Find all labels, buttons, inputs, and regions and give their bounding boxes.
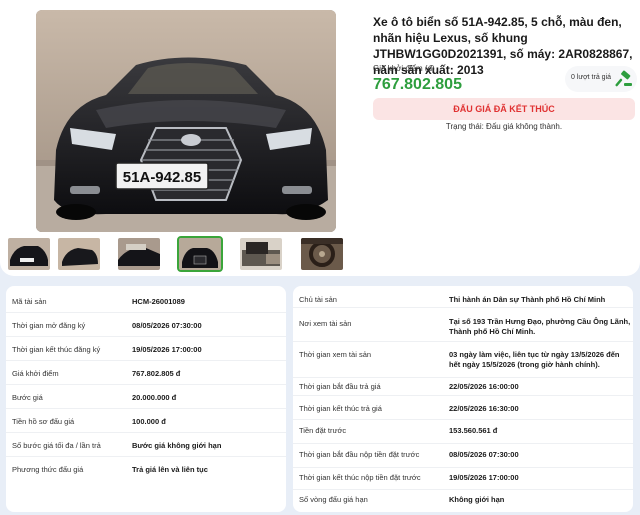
detail-row: Thời gian kết thúc đăng ký 19/05/2026 17… — [6, 337, 286, 361]
detail-row: Thời gian xem tài sản 03 ngày làm việc, … — [293, 342, 633, 378]
detail-key: Mã tài sản — [12, 297, 47, 306]
detail-key: Thời gian xem tài sản — [299, 350, 372, 359]
asset-details-panel: Mã tài sản HCM-26001089 Thời gian mở đăn… — [6, 286, 286, 512]
thumbnail-strip — [8, 236, 348, 272]
bid-count-badge[interactable]: 0 lượt trả giá — [565, 66, 637, 92]
detail-row: Thời gian mở đăng ký 08/05/2026 07:30:00 — [6, 313, 286, 337]
detail-row: Thời gian kết thúc trả giá 22/05/2026 16… — [293, 396, 633, 420]
thumbnail-image — [240, 238, 282, 270]
detail-value: 22/05/2026 16:00:00 — [449, 382, 519, 391]
thumbnail-1[interactable] — [8, 238, 50, 270]
thumbnail-4[interactable] — [177, 236, 223, 272]
detail-key: Nơi xem tài sản — [299, 319, 352, 328]
detail-key: Số bước giá tối đa / lần trả — [12, 441, 101, 450]
detail-value: HCM-26001089 — [132, 297, 185, 306]
detail-value: Tại số 193 Trần Hưng Đạo, phường Cầu Ông… — [449, 317, 631, 336]
detail-value: Thi hành án Dân sự Thành phố Hồ Chí Minh — [449, 295, 606, 304]
detail-row: Số bước giá tối đa / lần trả Bước giá kh… — [6, 433, 286, 457]
detail-row: Giá khởi điểm 767.802.805 đ — [6, 361, 286, 385]
detail-value: Không giới hạn — [449, 495, 505, 504]
detail-value: 767.802.805 đ — [132, 369, 181, 378]
detail-key: Tiền đặt trước — [299, 426, 347, 435]
detail-value: 08/05/2026 07:30:00 — [449, 450, 519, 459]
detail-value: 19/05/2026 17:00:00 — [449, 473, 519, 482]
detail-row: Phương thức đấu giá Trả giá lên và liên … — [6, 457, 286, 481]
detail-row: Thời gian kết thúc nộp tiền đặt trước 19… — [293, 468, 633, 490]
gavel-icon — [615, 70, 633, 88]
thumbnail-6[interactable] — [301, 238, 343, 270]
auction-details-panel: Chủ tài sản Thi hành án Dân sự Thành phố… — [293, 286, 633, 512]
starting-price: 767.802.805 — [373, 76, 462, 93]
detail-row: Tiền đặt trước 153.560.561 đ — [293, 420, 633, 444]
thumbnail-image — [301, 238, 343, 270]
detail-value: Bước giá không giới hạn — [132, 441, 222, 450]
bid-count-text: 0 lượt trả giá — [571, 74, 612, 81]
detail-row: Nơi xem tài sản Tại số 193 Trần Hưng Đạo… — [293, 308, 633, 342]
detail-row: Thời gian bắt đầu nộp tiền đặt trước 08/… — [293, 444, 633, 468]
detail-value: 08/05/2026 07:30:00 — [132, 321, 202, 330]
detail-value: 03 ngày làm việc, liên tục từ ngày 13/5/… — [449, 350, 620, 369]
detail-key: Bước giá — [12, 393, 43, 402]
detail-value: 19/05/2026 17:00:00 — [132, 345, 202, 354]
detail-value: 20.000.000 đ — [132, 393, 177, 402]
auction-status-text: Trạng thái: Đấu giá không thành. — [445, 122, 563, 131]
thumbnail-image — [58, 238, 100, 270]
detail-row: Mã tài sản HCM-26001089 — [6, 289, 286, 313]
detail-row: Tiền hồ sơ đấu giá 100.000 đ — [6, 409, 286, 433]
car-photo-illustration: 51A-942.85 — [36, 10, 336, 232]
detail-row: Thời gian bắt đầu trả giá 22/05/2026 16:… — [293, 378, 633, 396]
detail-value: 153.560.561 đ — [449, 426, 498, 435]
thumbnail-image — [118, 238, 160, 270]
detail-key: Thời gian kết thúc đăng ký — [12, 345, 101, 354]
detail-value: Trả giá lên và liên tục — [132, 465, 208, 474]
detail-key: Chủ tài sản — [299, 295, 337, 304]
detail-row: Chủ tài sản Thi hành án Dân sự Thành phố… — [293, 286, 633, 308]
thumbnail-5[interactable] — [240, 238, 282, 270]
detail-key: Thời gian mở đăng ký — [12, 321, 86, 330]
starting-price-label: Giá khởi điểm (đ) — [373, 64, 435, 73]
listing-card: 51A-942.85 Xe ô tô biển số 51A-942.85, 5… — [0, 0, 640, 276]
thumbnail-2[interactable] — [58, 238, 100, 270]
detail-key: Số vòng đấu giá hạn — [299, 495, 368, 504]
detail-row: Số vòng đấu giá hạn Không giới hạn — [293, 490, 633, 512]
thumbnail-3[interactable] — [118, 238, 160, 270]
detail-row: Bước giá 20.000.000 đ — [6, 385, 286, 409]
detail-key: Thời gian bắt đầu trả giá — [299, 382, 381, 391]
detail-key: Phương thức đấu giá — [12, 465, 84, 474]
detail-value: 22/05/2026 16:30:00 — [449, 404, 519, 413]
main-car-photo[interactable]: 51A-942.85 — [36, 10, 336, 232]
listing-info: Xe ô tô biển số 51A-942.85, 5 chỗ, màu đ… — [373, 14, 637, 131]
auction-ended-button[interactable]: ĐẤU GIÁ ĐÃ KẾT THÚC — [373, 98, 635, 120]
detail-key: Thời gian kết thúc trả giá — [299, 404, 382, 413]
detail-key: Thời gian kết thúc nộp tiền đặt trước — [299, 473, 421, 482]
detail-key: Thời gian bắt đầu nộp tiền đặt trước — [299, 450, 420, 459]
detail-key: Giá khởi điểm — [12, 369, 59, 378]
thumbnail-image — [8, 238, 50, 270]
license-plate-text: 51A-942.85 — [123, 169, 201, 186]
detail-value: 100.000 đ — [132, 417, 166, 426]
detail-key: Tiền hồ sơ đấu giá — [12, 417, 75, 426]
thumbnail-image — [179, 238, 221, 270]
